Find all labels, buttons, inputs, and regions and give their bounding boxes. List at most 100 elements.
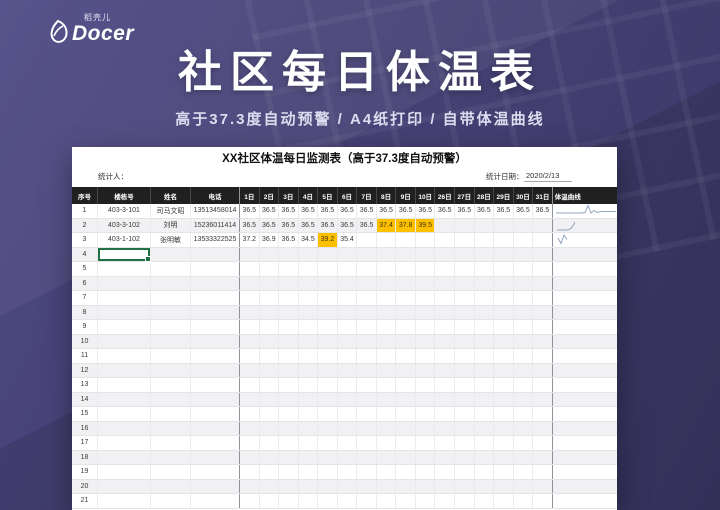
cell-temperature[interactable] — [376, 465, 396, 479]
cell-temperature[interactable]: 39.5 — [415, 219, 435, 233]
cell-temperature[interactable] — [376, 436, 396, 450]
cell-temperature[interactable] — [474, 219, 494, 233]
cell-temperature[interactable] — [513, 422, 533, 436]
cell-temperature[interactable] — [395, 248, 415, 262]
cell-temperature-curve[interactable] — [552, 233, 617, 247]
cell-temperature[interactable] — [434, 291, 454, 305]
cell-building[interactable] — [97, 378, 150, 392]
cell-temperature[interactable] — [415, 407, 435, 421]
cell-row-number[interactable]: 4 — [72, 248, 97, 262]
cell-row-number[interactable]: 15 — [72, 407, 97, 421]
cell-building[interactable] — [97, 451, 150, 465]
cell-temperature[interactable] — [278, 480, 298, 494]
cell-temperature[interactable] — [513, 219, 533, 233]
cell-temperature[interactable] — [337, 407, 357, 421]
cell-temperature[interactable] — [513, 494, 533, 508]
cell-temperature[interactable] — [513, 291, 533, 305]
cell-temperature[interactable] — [513, 393, 533, 407]
cell-temperature[interactable] — [259, 436, 279, 450]
cell-temperature[interactable] — [415, 494, 435, 508]
cell-temperature[interactable] — [337, 320, 357, 334]
cell-name[interactable] — [150, 422, 190, 436]
cell-temperature[interactable] — [298, 291, 318, 305]
cell-temperature[interactable] — [376, 349, 396, 363]
cell-temperature-curve[interactable] — [552, 451, 617, 465]
cell-temperature[interactable]: 36.5 — [239, 219, 259, 233]
cell-temperature[interactable] — [434, 436, 454, 450]
cell-temperature[interactable]: 36.5 — [532, 204, 552, 218]
cell-temperature[interactable] — [532, 480, 552, 494]
cell-temperature[interactable] — [513, 248, 533, 262]
cell-temperature[interactable] — [493, 219, 513, 233]
cell-temperature[interactable] — [474, 364, 494, 378]
cell-temperature[interactable] — [493, 248, 513, 262]
cell-temperature[interactable] — [454, 407, 474, 421]
cell-temperature[interactable] — [532, 422, 552, 436]
cell-temperature[interactable] — [376, 451, 396, 465]
cell-temperature[interactable] — [298, 494, 318, 508]
cell-temperature[interactable] — [298, 393, 318, 407]
cell-temperature[interactable] — [239, 407, 259, 421]
cell-temperature[interactable] — [259, 378, 279, 392]
cell-temperature[interactable] — [493, 277, 513, 291]
cell-building[interactable] — [97, 291, 150, 305]
cell-temperature[interactable] — [376, 306, 396, 320]
cell-row-number[interactable]: 6 — [72, 277, 97, 291]
cell-temperature-curve[interactable] — [552, 320, 617, 334]
cell-temperature[interactable] — [474, 248, 494, 262]
cell-temperature[interactable] — [259, 262, 279, 276]
cell-temperature[interactable] — [532, 306, 552, 320]
cell-temperature[interactable] — [493, 436, 513, 450]
cell-temperature[interactable] — [337, 378, 357, 392]
cell-row-number[interactable]: 9 — [72, 320, 97, 334]
cell-temperature[interactable] — [356, 349, 376, 363]
cell-temperature[interactable] — [513, 262, 533, 276]
cell-temperature[interactable] — [278, 349, 298, 363]
cell-temperature[interactable] — [454, 378, 474, 392]
cell-temperature-curve[interactable] — [552, 349, 617, 363]
cell-temperature[interactable] — [259, 320, 279, 334]
cell-temperature[interactable] — [356, 248, 376, 262]
cell-name[interactable]: 张明敏 — [150, 233, 190, 247]
cell-temperature[interactable] — [493, 480, 513, 494]
cell-temperature[interactable] — [513, 349, 533, 363]
stat-date-value[interactable]: 2020/2/13 — [524, 171, 572, 182]
cell-building[interactable]: 403-3-102 — [97, 219, 150, 233]
cell-temperature[interactable] — [259, 335, 279, 349]
cell-temperature[interactable] — [317, 248, 337, 262]
cell-temperature[interactable] — [395, 291, 415, 305]
cell-building-selected[interactable] — [97, 248, 150, 262]
cell-temperature[interactable] — [434, 407, 454, 421]
cell-phone[interactable] — [190, 465, 239, 479]
cell-temperature[interactable] — [337, 451, 357, 465]
cell-phone[interactable] — [190, 349, 239, 363]
cell-temperature[interactable] — [337, 306, 357, 320]
cell-temperature[interactable] — [532, 248, 552, 262]
cell-temperature[interactable] — [454, 349, 474, 363]
cell-temperature[interactable] — [454, 291, 474, 305]
cell-temperature-curve[interactable] — [552, 378, 617, 392]
cell-name[interactable] — [150, 393, 190, 407]
cell-temperature[interactable]: 36.5 — [337, 219, 357, 233]
cell-row-number[interactable]: 19 — [72, 465, 97, 479]
cell-temperature-curve[interactable] — [552, 436, 617, 450]
cell-temperature[interactable] — [278, 320, 298, 334]
cell-row-number[interactable]: 10 — [72, 335, 97, 349]
cell-row-number[interactable]: 2 — [72, 219, 97, 233]
cell-temperature[interactable] — [493, 306, 513, 320]
cell-temperature[interactable] — [317, 451, 337, 465]
cell-temperature[interactable] — [298, 262, 318, 276]
cell-temperature[interactable]: 36.5 — [474, 204, 494, 218]
cell-building[interactable]: 403-1-102 — [97, 233, 150, 247]
cell-temperature[interactable]: 36.5 — [278, 219, 298, 233]
cell-row-number[interactable]: 11 — [72, 349, 97, 363]
cell-name[interactable] — [150, 451, 190, 465]
cell-temperature[interactable] — [454, 219, 474, 233]
cell-row-number[interactable]: 7 — [72, 291, 97, 305]
cell-temperature[interactable] — [395, 262, 415, 276]
cell-temperature[interactable] — [434, 262, 454, 276]
cell-name[interactable] — [150, 465, 190, 479]
cell-temperature[interactable] — [493, 349, 513, 363]
cell-temperature[interactable]: 37.8 — [395, 219, 415, 233]
cell-temperature[interactable] — [317, 480, 337, 494]
